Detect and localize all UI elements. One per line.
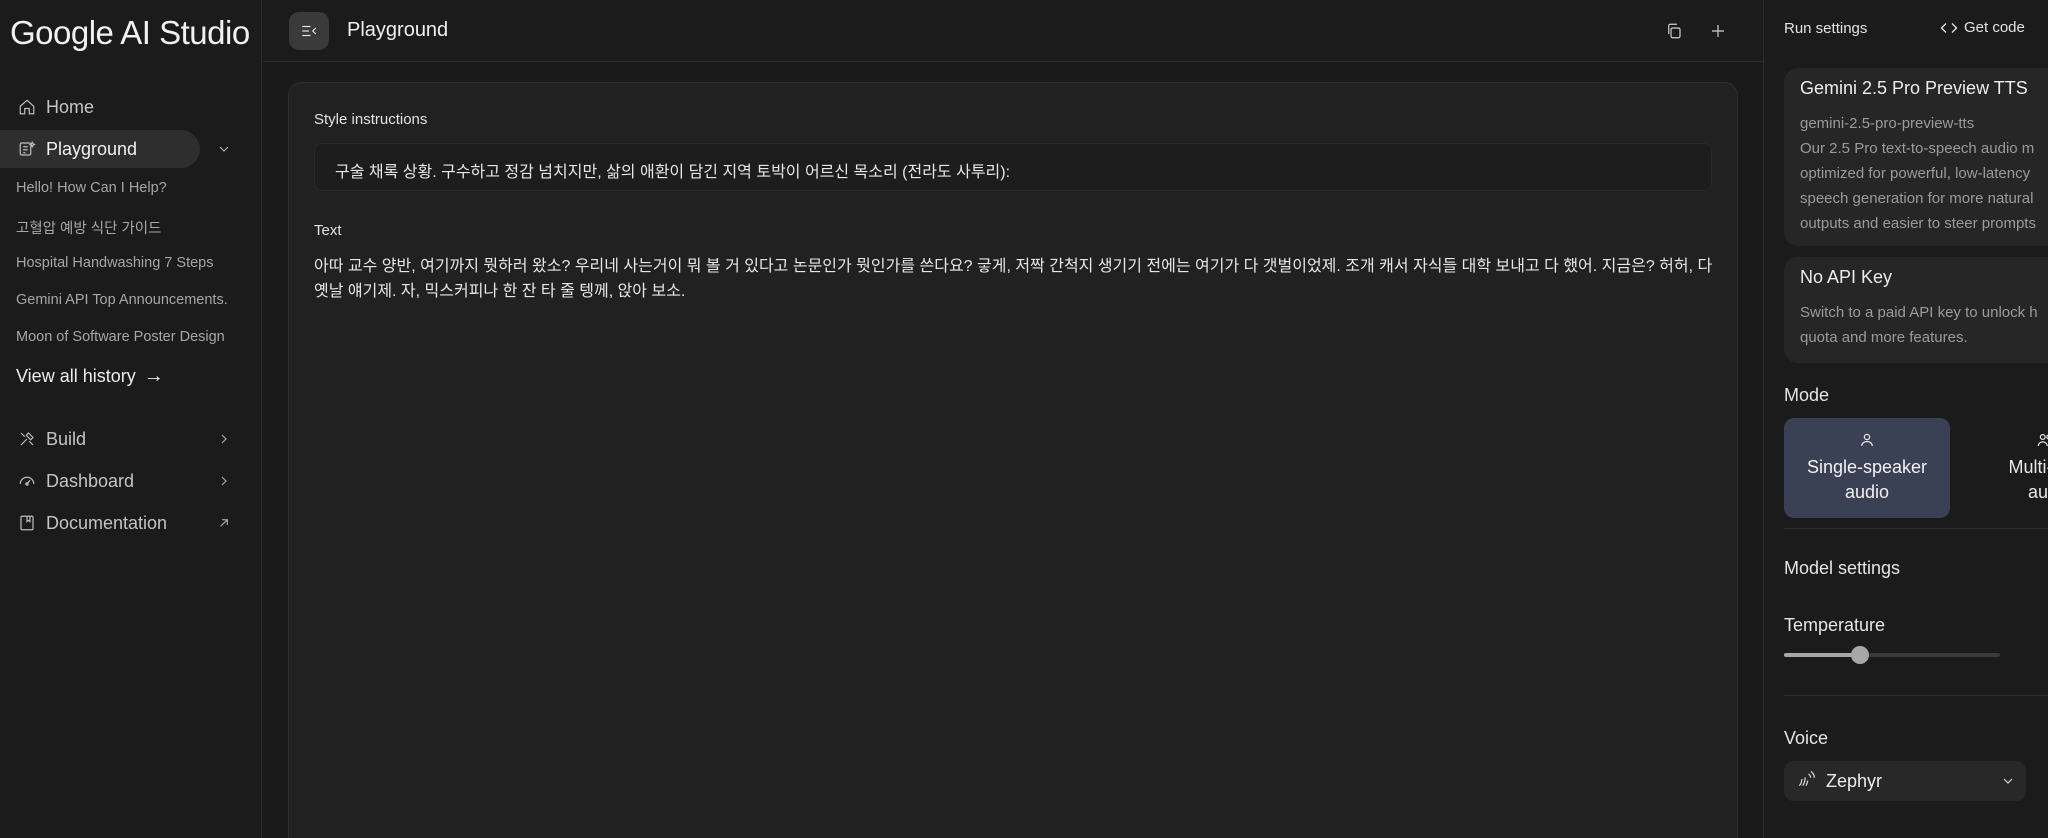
history-item[interactable]: 고혈압 예방 식단 가이드 <box>16 217 162 238</box>
page-title: Playground <box>347 19 449 41</box>
voice-select[interactable]: Zephyr <box>1784 761 2026 801</box>
run-settings-panel: Run settings Get code Gemini 2.5 Pro Pre… <box>1763 0 2048 838</box>
history-item[interactable]: Gemini API Top Announcements. <box>16 292 228 308</box>
single-speaker-mode-button[interactable]: Single-speaker audio <box>1784 418 1950 518</box>
new-chat-button[interactable] <box>1707 20 1729 42</box>
text-label: Text <box>314 222 342 239</box>
history-item[interactable]: Moon of Software Poster Design <box>16 329 225 345</box>
run-settings-title: Run settings <box>1784 20 1868 37</box>
get-code-label: Get code <box>1964 19 2025 36</box>
app-root: Google AI Studio Home Playground Hello! … <box>0 0 2048 838</box>
text-input[interactable]: 아따 교수 양반, 여기까지 뭣하러 왔소? 우리네 사는거이 뭐 볼 거 있다… <box>314 254 1714 304</box>
sidebar-item-build[interactable]: Build <box>0 420 227 458</box>
top-bar: Playground <box>263 0 1763 62</box>
model-id: gemini-2.5-pro-preview-tts <box>1800 115 1975 132</box>
mode-label-line2: audi <box>2027 482 2048 502</box>
copy-button[interactable] <box>1663 20 1685 42</box>
multi-speaker-mode-button[interactable]: Multi-spe audi <box>1962 418 2048 518</box>
person-icon <box>1861 433 1873 447</box>
model-description: Our 2.5 Pro text-to-speech audio m <box>1800 140 2035 157</box>
home-icon <box>18 98 36 116</box>
temperature-slider-thumb[interactable] <box>1851 646 1869 664</box>
history-item[interactable]: Hello! How Can I Help? <box>16 180 167 196</box>
chevron-down-icon <box>2000 773 2016 794</box>
sidebar-item-label: Home <box>46 96 95 117</box>
voice-selected-value: Zephyr <box>1826 770 1883 791</box>
style-instructions-label: Style instructions <box>314 111 428 128</box>
model-card[interactable]: Gemini 2.5 Pro Preview TTS gemini-2.5-pr… <box>1784 68 2048 246</box>
sidebar-item-home[interactable]: Home <box>0 88 200 126</box>
voice-label: Voice <box>1784 728 1829 748</box>
collapse-menu-icon <box>302 25 317 37</box>
people-icon <box>2037 434 2048 447</box>
view-all-label: View all history <box>16 366 136 386</box>
build-icon <box>18 430 36 448</box>
api-key-description: quota and more features. <box>1800 329 1968 346</box>
model-description: optimized for powerful, low-latency <box>1800 165 2031 182</box>
playground-icon <box>18 140 36 158</box>
model-settings-label: Model settings <box>1784 558 1901 578</box>
sidebar-item-documentation[interactable]: Documentation <box>0 504 228 542</box>
model-name: Gemini 2.5 Pro Preview TTS <box>1800 78 2028 98</box>
chevron-right-icon <box>216 473 232 489</box>
arrow-right-icon: → <box>143 365 164 387</box>
style-instructions-input[interactable]: 구술 채록 상황. 구수하고 정감 넘치지만, 삶의 애환이 담긴 지역 토박이… <box>314 143 1712 191</box>
sidebar-item-label: Playground <box>46 138 138 159</box>
chevron-right-icon <box>216 431 232 447</box>
sidebar-item-playground[interactable]: Playground <box>0 130 229 168</box>
get-code-button[interactable]: Get code <box>1940 19 2025 36</box>
code-icon <box>1940 22 1958 33</box>
voice-icon <box>1796 769 1816 794</box>
api-key-description: Switch to a paid API key to unlock h <box>1800 304 2038 321</box>
divider <box>1784 695 2048 696</box>
temperature-label: Temperature <box>1784 615 1886 635</box>
sidebar-item-label: Dashboard <box>46 470 135 491</box>
sidebar-item-label: Build <box>46 428 87 449</box>
temperature-slider[interactable] <box>1784 646 2000 664</box>
temperature-slider-fill <box>1784 653 1860 657</box>
main-panel: Style instructions 구술 채록 상황. 구수하고 정감 넘치지… <box>288 82 1738 838</box>
history-item[interactable]: Hospital Handwashing 7 Steps <box>16 255 213 271</box>
sidebar-item-dashboard[interactable]: Dashboard <box>0 462 227 500</box>
view-all-history-link[interactable]: View all history → <box>16 365 164 388</box>
mode-label-line2: audio <box>1844 482 1890 502</box>
chevron-down-icon[interactable] <box>216 141 232 157</box>
mode-label-line1: Single-speaker <box>1806 457 1928 477</box>
plus-icon <box>1712 25 1724 37</box>
mode-label-line1: Multi-spe <box>2008 457 2048 477</box>
model-description: speech generation for more natural <box>1800 190 2034 207</box>
api-key-card[interactable]: No API Key Switch to a paid API key to u… <box>1784 257 2048 363</box>
sidebar-item-label: Documentation <box>46 512 168 533</box>
app-logo[interactable]: Google AI Studio <box>10 14 250 52</box>
toggle-sidebar-button[interactable] <box>289 12 329 50</box>
model-description: outputs and easier to steer prompts <box>1800 215 2036 232</box>
divider <box>1784 528 2048 529</box>
copy-icon <box>1668 23 1681 39</box>
mode-label: Mode <box>1784 385 1830 405</box>
dashboard-icon <box>18 472 36 490</box>
api-key-title: No API Key <box>1800 267 1893 287</box>
book-icon <box>18 514 36 532</box>
external-link-icon <box>216 515 232 531</box>
left-sidebar: Google AI Studio Home Playground Hello! … <box>0 0 262 838</box>
